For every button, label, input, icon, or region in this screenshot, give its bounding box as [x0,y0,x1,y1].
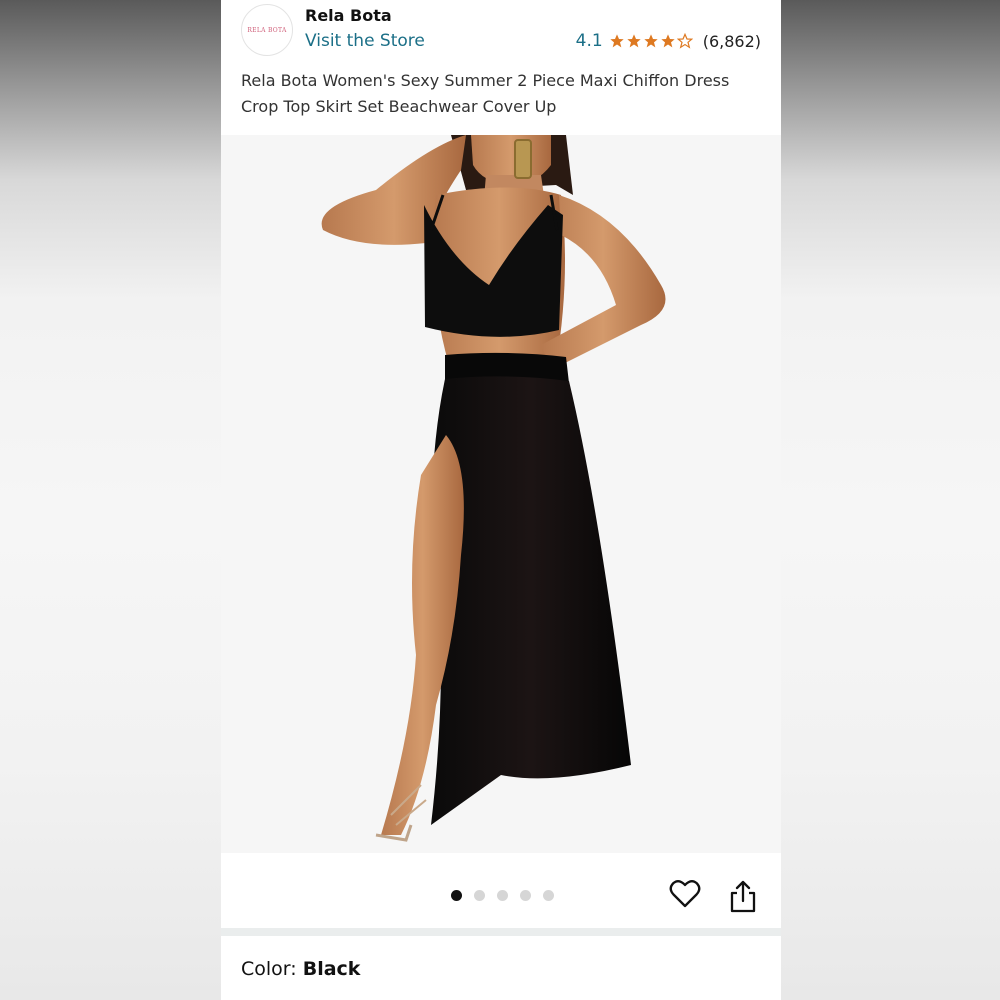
star-full-icon [610,34,624,48]
carousel-dot[interactable] [543,890,554,901]
star-rating [609,33,693,49]
star-full-icon [627,34,641,48]
color-selection: Color: Black [241,958,360,980]
star-empty-icon [676,33,693,49]
product-title: Rela Bota Women's Sexy Summer 2 Piece Ma… [241,71,730,116]
carousel-dots [451,890,554,901]
share-icon[interactable] [729,879,757,913]
section-divider [221,928,781,936]
color-value: Black [302,958,361,980]
rating-summary[interactable]: 4.1 (6,862) [576,31,761,51]
model-photo [321,135,666,842]
background-blur-right [779,0,1000,1000]
star-full-icon [661,34,675,48]
rating-count: (6,862) [702,31,761,51]
carousel-dot[interactable] [474,890,485,901]
brand-logo[interactable]: RELA BOTA [241,4,293,56]
rating-value: 4.1 [575,31,603,51]
carousel-dot[interactable] [451,890,462,901]
heart-icon[interactable] [669,878,701,910]
product-image[interactable] [221,135,781,853]
product-panel: RELA BOTA Rela Bota Visit the Store 4.1 … [221,0,781,1000]
product-header: RELA BOTA Rela Bota Visit the Store 4.1 … [221,0,781,130]
color-label: Color: [241,958,303,980]
visit-store-link[interactable]: Visit the Store [305,31,425,51]
brand-name: Rela Bota [305,6,392,25]
star-full-icon [644,34,658,48]
carousel-dot[interactable] [497,890,508,901]
background-blur-left [0,0,221,1000]
carousel-controls [221,853,781,928]
carousel-dot[interactable] [520,890,531,901]
brand-logo-text: RELA BOTA [247,26,287,34]
